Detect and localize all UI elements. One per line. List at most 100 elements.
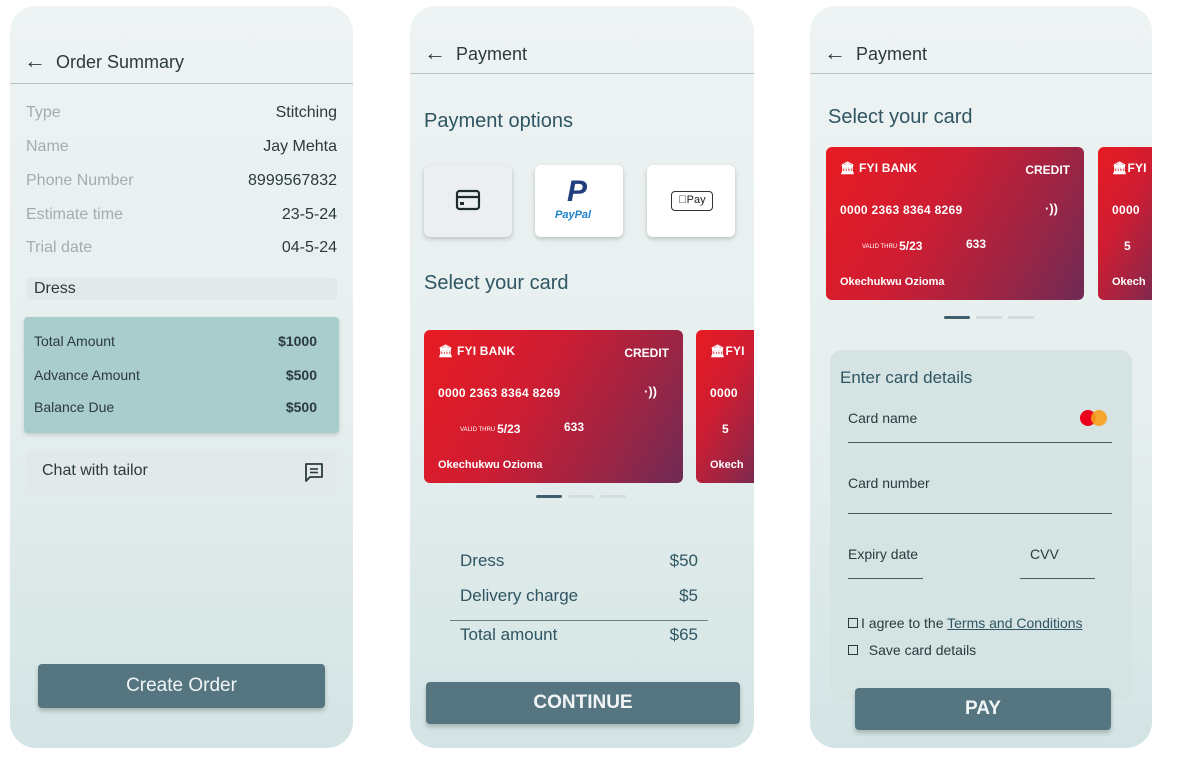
amount-row-total: Total Amount $1000	[34, 333, 317, 353]
mastercard-icon	[1080, 410, 1114, 426]
card-type: CREDIT	[624, 346, 669, 360]
mastercard-circle	[1091, 410, 1107, 426]
terms-link[interactable]: Terms and Conditions	[947, 615, 1082, 631]
continue-button[interactable]: CONTINUE	[426, 682, 740, 724]
card-number: 0000	[710, 386, 738, 400]
bank-label: FYI	[1127, 161, 1147, 175]
summary-label: Dress	[460, 551, 505, 570]
info-value: Stitching	[275, 104, 337, 121]
card-holder: Okechukwu Ozioma	[840, 276, 945, 288]
chat-icon	[303, 461, 325, 488]
pay-button[interactable]: PAY	[855, 688, 1111, 730]
order-summary-header: ← Order Summary	[10, 6, 353, 84]
card-holder: Okechukwu Ozioma	[438, 459, 543, 471]
nfc-icon: ·))	[644, 384, 657, 399]
carousel-dot[interactable]	[600, 495, 626, 498]
card-cvv: 633	[564, 420, 585, 434]
bank-icon: 🏛	[840, 161, 856, 175]
nfc-icon: ·))	[1045, 201, 1058, 216]
carousel-dot[interactable]	[568, 495, 594, 498]
summary-value: $5	[679, 586, 698, 605]
page-title: Payment	[856, 44, 928, 64]
amount-summary-box: Total Amount $1000 Advance Amount $500 B…	[24, 317, 339, 433]
save-card-checkbox[interactable]	[848, 645, 858, 655]
summary-value: $50	[669, 551, 698, 570]
info-value: 04-5-24	[281, 239, 337, 256]
bank-label: FYI	[725, 344, 745, 358]
card-expiry: 5	[1124, 239, 1131, 253]
bank-icon: 🏛	[710, 344, 726, 358]
card-name-underline	[848, 442, 1112, 443]
card-details-form: Enter card details Card name Card number…	[830, 350, 1132, 700]
card-cvv: 633	[966, 237, 987, 251]
cvv-field[interactable]: CVV	[1030, 546, 1059, 562]
amount-value: $500	[285, 399, 317, 415]
amount-value: $1000	[278, 333, 317, 349]
info-row-phone: Phone Number 8999567832	[26, 172, 337, 196]
bank-icon: 🏛	[438, 344, 454, 358]
create-order-button[interactable]: Create Order	[38, 664, 325, 708]
back-arrow-icon[interactable]: ←	[24, 50, 46, 72]
info-label: Estimate time	[26, 206, 123, 223]
card-number-field[interactable]: Card number	[848, 475, 930, 491]
back-arrow-icon[interactable]: ←	[824, 42, 846, 64]
expiry-value: 5/23	[497, 422, 521, 436]
page-title: Payment	[456, 44, 528, 64]
carousel-dot[interactable]	[1008, 316, 1034, 319]
form-title: Enter card details	[840, 368, 973, 387]
card-name-field[interactable]: Card name	[848, 410, 917, 426]
cvv-underline	[1020, 578, 1095, 579]
amount-label: Balance Due	[34, 399, 115, 415]
save-card-label: Save card details	[868, 642, 977, 658]
amount-value: $500	[285, 367, 317, 383]
info-row-type: Type Stitching	[26, 104, 337, 128]
info-value: 8999567832	[248, 172, 337, 189]
credit-card-next[interactable]: 🏛FYI 0000 5 Okech	[696, 330, 754, 483]
carousel-dot[interactable]	[536, 495, 562, 498]
item-label: Dress	[26, 278, 337, 300]
amount-row-advance: Advance Amount $500	[34, 367, 317, 387]
card-expiry: VALID THRU 5/23	[862, 239, 922, 253]
expiry-value: 5/23	[899, 239, 923, 253]
apple-pay-icon: Pay	[671, 191, 713, 211]
order-summary-screen: ← Order Summary Type Stitching Name Jay …	[10, 6, 353, 748]
credit-card-next[interactable]: 🏛FYI 0000 5 Okech	[1098, 147, 1152, 300]
terms-checkbox[interactable]	[848, 618, 858, 628]
card-number: 0000 2363 8364 8269	[840, 203, 963, 217]
info-value: Jay Mehta	[263, 138, 337, 155]
card-type: CREDIT	[1025, 163, 1070, 177]
chat-label: Chat with tailor	[42, 462, 148, 479]
save-card-option: Save card details	[848, 642, 976, 658]
chat-with-tailor-button[interactable]: Chat with tailor	[26, 450, 337, 494]
credit-card[interactable]: 🏛 FYI BANK CREDIT 0000 2363 8364 8269 ·)…	[826, 147, 1084, 300]
card-holder: Okech	[710, 459, 744, 471]
bank-icon: 🏛	[1112, 161, 1128, 175]
info-label: Type	[26, 104, 61, 121]
bank-label: FYI BANK	[858, 161, 918, 175]
terms-agreement: I agree to the Terms and Conditions	[848, 615, 1083, 631]
summary-label: Total amount	[460, 625, 558, 644]
card-details-screen: ← Payment Select your card 🏛 FYI BANK CR…	[810, 6, 1152, 748]
card-option-button[interactable]	[424, 165, 512, 237]
info-value: 23-5-24	[281, 206, 337, 223]
bank-name: 🏛FYI	[710, 344, 745, 358]
card-icon	[455, 187, 481, 218]
payment-header: ← Payment	[410, 6, 754, 74]
paypal-option-button[interactable]: P PayPal	[535, 165, 623, 237]
card-holder: Okech	[1112, 276, 1146, 288]
paypal-icon: P	[567, 175, 588, 208]
carousel-dot[interactable]	[976, 316, 1002, 319]
summary-row-total: Total amount $65	[460, 625, 698, 649]
info-label: Name	[26, 138, 69, 155]
credit-card[interactable]: 🏛 FYI BANK CREDIT 0000 2363 8364 8269 ·)…	[424, 330, 683, 483]
summary-value: $65	[669, 625, 698, 644]
payment-options-title: Payment options	[424, 110, 573, 132]
bank-name: 🏛FYI	[1112, 161, 1147, 175]
summary-row-delivery: Delivery charge $5	[460, 586, 698, 610]
carousel-dot[interactable]	[944, 316, 970, 319]
expiry-date-field[interactable]: Expiry date	[848, 546, 918, 562]
card-expiry: VALID THRU 5/23	[460, 422, 520, 436]
back-arrow-icon[interactable]: ←	[424, 42, 446, 64]
apple-pay-option-button[interactable]: Pay	[647, 165, 735, 237]
expiry-date-underline	[848, 578, 923, 579]
